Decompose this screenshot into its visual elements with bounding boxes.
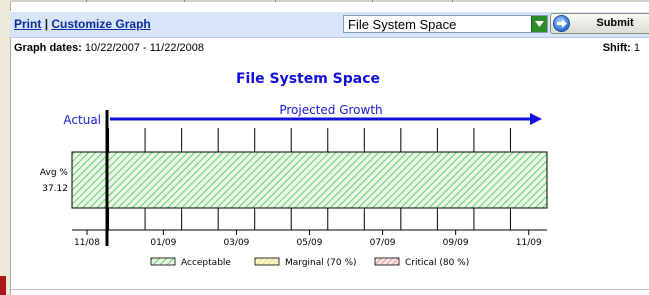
chevron-down-icon[interactable] xyxy=(531,16,547,32)
legend-swatch-critical xyxy=(374,257,400,266)
ruler-tick xyxy=(452,0,453,2)
graph-type-select-value: File System Space xyxy=(348,17,457,32)
legend-swatch-marginal xyxy=(254,257,280,266)
shift-info: Shift: 1 xyxy=(603,42,640,54)
print-link[interactable]: Print xyxy=(14,17,41,31)
toolbar-links: Print | Customize Graph xyxy=(14,17,151,31)
graph-type-select[interactable]: File System Space xyxy=(343,15,548,33)
left-edge-marker xyxy=(0,276,6,295)
legend-swatch-acceptable xyxy=(150,257,176,266)
chart-bar-avg xyxy=(71,151,548,209)
submit-button[interactable]: Submit xyxy=(550,13,649,34)
page-divider xyxy=(10,289,649,290)
y-label: Avg % xyxy=(40,168,69,178)
ruler-tick xyxy=(372,0,373,2)
legend-label-marginal: Marginal (70 %) xyxy=(285,258,357,268)
arrow-right-icon xyxy=(553,15,570,32)
x-tick-label: 09/09 xyxy=(443,238,469,248)
chart-grid xyxy=(108,128,511,230)
graph-dates-label: Graph dates: xyxy=(14,42,82,54)
arrow-right-icon xyxy=(530,113,542,125)
chart-title: File System Space xyxy=(236,71,380,87)
graph-dates: Graph dates: 10/22/2007 - 11/22/2008 xyxy=(14,42,204,54)
graph-dates-value: 10/22/2007 - 11/22/2008 xyxy=(84,42,204,54)
x-tick-label: 07/09 xyxy=(370,238,396,248)
x-tick-label: 05/09 xyxy=(297,238,323,248)
ruler-tick xyxy=(184,0,185,2)
ruler-tick xyxy=(86,0,87,2)
legend-label-acceptable: Acceptable xyxy=(181,258,231,268)
link-separator: | xyxy=(44,17,49,31)
graph-toolbar: Print | Customize Graph File System Spac… xyxy=(10,11,649,38)
shift-value: 1 xyxy=(633,42,640,54)
shift-label: Shift: xyxy=(602,42,631,54)
x-tick-label: 11/09 xyxy=(516,238,542,248)
data-value-label: 37.12 xyxy=(42,184,68,194)
customize-graph-link[interactable]: Customize Graph xyxy=(51,17,150,31)
top-ruler xyxy=(10,0,649,2)
actual-label: Actual xyxy=(63,113,101,127)
x-tick-label: 01/09 xyxy=(150,238,176,248)
chart-legend: Acceptable Marginal (70 %) Critical (80 … xyxy=(150,257,469,268)
ruler-tick xyxy=(275,0,276,2)
left-window-edge xyxy=(0,0,11,295)
submit-button-label: Submit xyxy=(596,17,634,29)
projected-growth-label: Projected Growth xyxy=(279,103,382,117)
x-tick-labels: 11/08 01/09 03/09 05/09 07/09 09/09 11/09 xyxy=(74,230,542,248)
legend-label-critical: Critical (80 %) xyxy=(405,258,469,268)
x-tick-label: 11/08 xyxy=(74,238,100,248)
x-tick-label: 03/09 xyxy=(223,238,249,248)
